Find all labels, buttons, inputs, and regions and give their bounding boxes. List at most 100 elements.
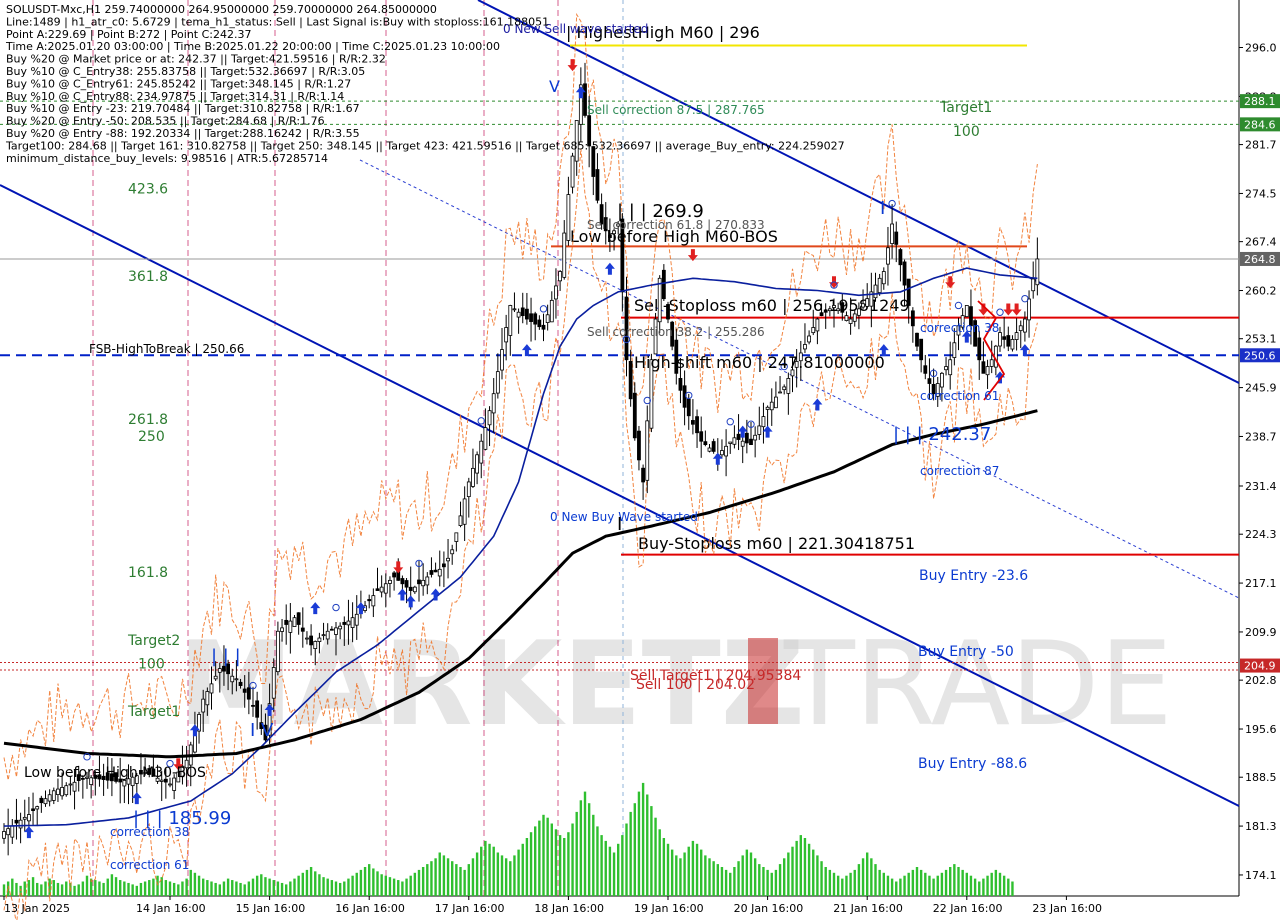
candle-body <box>678 378 683 391</box>
candle-body <box>525 308 529 320</box>
candle-body <box>72 781 77 792</box>
candle-body <box>6 828 11 836</box>
candle-body <box>441 563 446 568</box>
candle-body <box>691 420 695 425</box>
annotation-label: Sell 100 | 204.02 <box>636 677 755 693</box>
price-chart[interactable]: MARKETZTRADE| HighestHigh M60 | 296Low b… <box>0 0 1280 924</box>
header-line: Buy %10 @ C_Entry61: 245.85242 || Target… <box>6 77 351 90</box>
candle-body <box>14 819 19 824</box>
candle-body <box>865 298 870 307</box>
candle-body <box>329 628 334 631</box>
volume-bar <box>301 872 304 896</box>
header-line: Target100: 284.68 || Target 161: 310.827… <box>5 139 845 152</box>
volume-bar <box>417 869 421 896</box>
volume-bar <box>986 875 989 896</box>
volume-bar <box>98 881 101 896</box>
candle-body <box>47 794 52 802</box>
volume-bar <box>903 875 906 896</box>
candle-body <box>213 675 218 680</box>
volume-bar <box>421 867 425 896</box>
candle-body <box>479 440 484 464</box>
y-tick-label: 245.9 <box>1245 382 1277 395</box>
volume-bar <box>994 869 998 896</box>
candle-body <box>641 467 645 483</box>
volume-bar <box>778 864 782 896</box>
candle-body <box>246 687 251 700</box>
volume-bar <box>949 867 952 896</box>
candle-body <box>371 595 376 607</box>
volume-bar <box>529 832 533 896</box>
volume-bar <box>388 877 392 896</box>
volume-bar <box>15 882 18 896</box>
volume-bar <box>554 829 558 896</box>
fib-label: 250 <box>138 429 165 445</box>
candle-body <box>881 271 886 285</box>
candle-body <box>35 806 40 810</box>
volume-bar <box>268 878 271 896</box>
price-tag-label: 264.8 <box>1244 253 1276 266</box>
annotation-label: I <box>617 514 622 535</box>
volume-bar <box>384 875 387 896</box>
volume-bar <box>231 880 234 896</box>
volume-bar <box>446 858 450 896</box>
volume-bar <box>957 867 960 896</box>
candle-body <box>296 612 301 625</box>
candle-body <box>844 315 849 322</box>
volume-bar <box>625 823 628 896</box>
volume-bar <box>164 880 168 896</box>
y-tick-label: 188.5 <box>1245 771 1277 784</box>
volume-bar <box>546 817 549 896</box>
candle-body <box>545 314 550 324</box>
candle-body <box>508 305 513 336</box>
volume-bar <box>982 878 985 896</box>
candle-body <box>645 420 650 481</box>
volume-bar <box>143 881 147 896</box>
volume-bar <box>376 871 379 896</box>
volume-bar <box>264 877 267 896</box>
y-tick-label: 274.5 <box>1245 187 1277 200</box>
volume-bar <box>650 806 653 896</box>
header-line: Buy %10 @ Entry -23: 219.70484 || Target… <box>6 102 360 115</box>
candle-body <box>31 808 35 811</box>
candle-body <box>836 308 841 312</box>
candle-body <box>1006 335 1011 347</box>
candle-body <box>608 234 612 238</box>
volume-bar <box>766 869 769 896</box>
volume-bar <box>114 877 118 896</box>
candle-body <box>475 454 480 474</box>
volume-bar <box>683 852 686 896</box>
candle-body <box>271 667 276 699</box>
volume-bar <box>944 869 948 896</box>
header-line: Point A:229.69 | Point B:272 | Point C:2… <box>6 28 251 41</box>
volume-bar <box>803 838 807 896</box>
volume-bar <box>338 882 342 896</box>
volume-bar <box>322 877 325 896</box>
volume-bar <box>907 872 910 896</box>
annotation-label: Sell correction 87.5 | 287.765 <box>587 103 765 117</box>
volume-bar <box>641 782 645 896</box>
volume-bar <box>260 874 263 896</box>
candle-body <box>877 277 882 294</box>
candle-body <box>504 327 509 343</box>
candle-body <box>832 305 836 308</box>
volume-bar <box>235 881 238 896</box>
volume-bar <box>853 869 856 896</box>
fib-label: 361.8 <box>128 269 168 285</box>
volume-bar <box>795 840 798 896</box>
volume-bar <box>210 881 213 896</box>
header-line: SOLUSDT-Mxc,H1 259.74000000 264.95000000… <box>6 3 437 16</box>
volume-bar <box>330 880 334 896</box>
header-line: Buy %20 @ Market price or at: 242.37 || … <box>6 53 386 66</box>
volume-bar <box>924 872 927 896</box>
candle-body <box>450 549 455 555</box>
volume-bar <box>509 861 512 896</box>
candle-body <box>483 427 488 450</box>
volume-bar <box>662 838 666 896</box>
candle-body <box>309 635 314 646</box>
volume-bar <box>326 878 329 896</box>
price-tag-label: 288.1 <box>1244 95 1276 108</box>
volume-bar <box>463 869 466 896</box>
y-tick-label: 267.4 <box>1245 236 1277 249</box>
volume-bar <box>135 885 138 896</box>
candle-body <box>491 393 496 414</box>
